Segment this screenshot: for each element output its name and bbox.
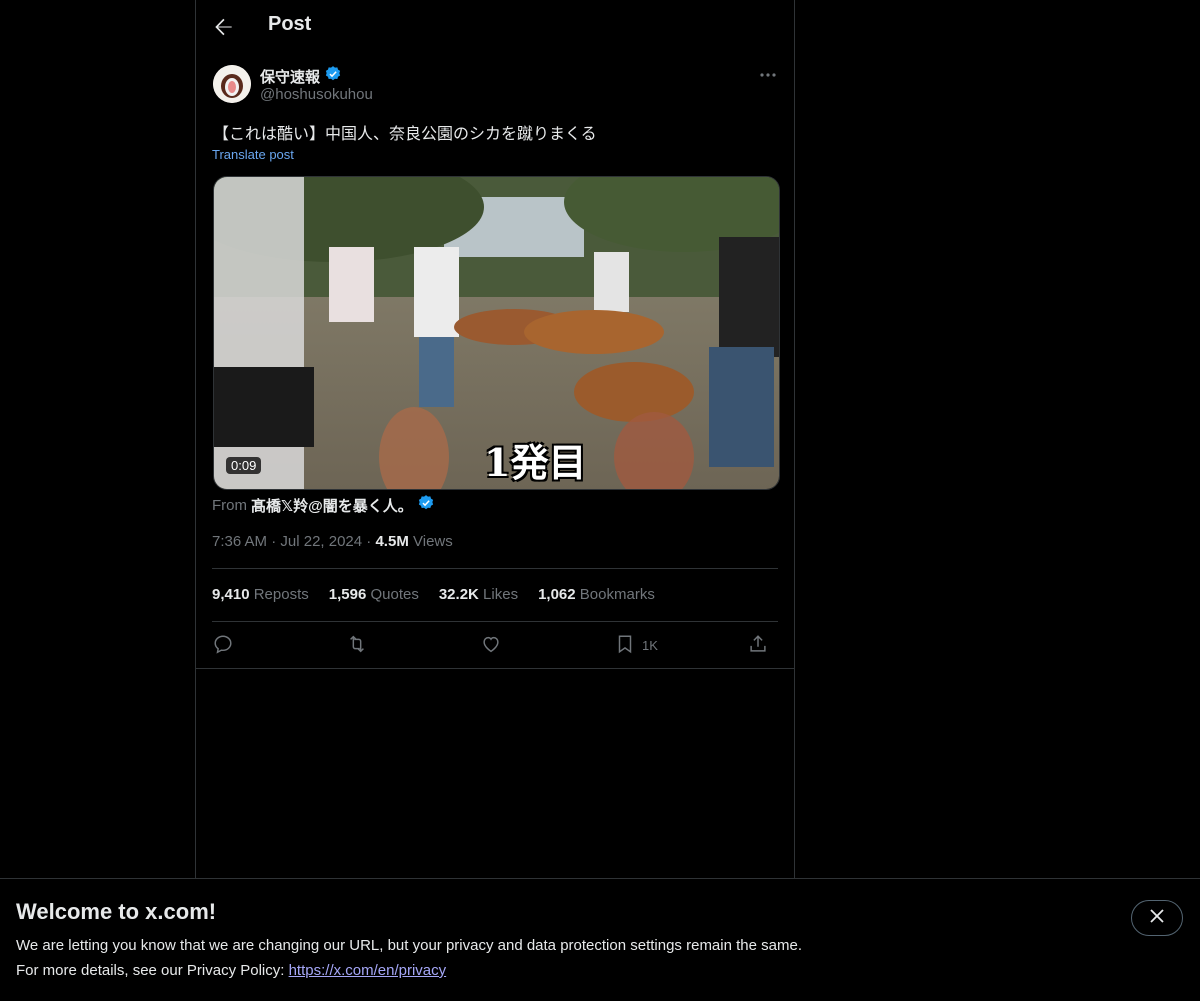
- bookmark-button[interactable]: 1K: [614, 632, 658, 658]
- quotes-count: 1,596: [328, 586, 367, 603]
- post-time[interactable]: 7:36 AM: [212, 533, 267, 550]
- divider: [212, 621, 778, 622]
- page-title: Post: [268, 13, 312, 35]
- video-player[interactable]: 1発目 0:09: [213, 176, 780, 490]
- banner-message: We are letting you know that we are chan…: [16, 937, 802, 954]
- bookmark-icon: [614, 633, 636, 658]
- from-label: From: [212, 496, 247, 514]
- post-date[interactable]: Jul 22, 2024: [280, 533, 362, 550]
- divider: [212, 568, 778, 569]
- close-banner-button[interactable]: [1131, 900, 1183, 936]
- post-text: 【これは酷い】中国人、奈良公園のシカを蹴りまくる: [213, 126, 597, 143]
- verified-badge-icon: [417, 494, 435, 516]
- bookmarks-label: Bookmarks: [579, 586, 655, 603]
- close-icon: [1149, 908, 1165, 929]
- banner-details-text: For more details, see our Privacy Policy…: [16, 962, 289, 979]
- heart-icon: [480, 633, 502, 658]
- action-bar: 1K: [212, 632, 778, 660]
- quotes-label: Quotes: [370, 586, 419, 603]
- verified-badge-icon: [324, 65, 342, 87]
- bookmarks-stat[interactable]: 1,062 Bookmarks: [538, 586, 655, 603]
- share-icon: [747, 633, 769, 658]
- repost-icon: [345, 633, 369, 658]
- reply-icon: [212, 633, 234, 658]
- repost-button[interactable]: [345, 632, 369, 658]
- reply-button[interactable]: [212, 632, 234, 658]
- views-count: 4.5M: [375, 533, 409, 550]
- meta-separator: ·: [366, 533, 372, 550]
- post-meta: 7:36 AM · Jul 22, 2024 · 4.5M Views: [212, 533, 453, 550]
- engagement-stats: 9,410 Reposts 1,596 Quotes 32.2K Likes 1…: [212, 586, 655, 603]
- author-name[interactable]: 保守速報: [260, 66, 320, 87]
- author-name-row[interactable]: 保守速報: [260, 65, 342, 87]
- back-arrow-icon[interactable]: [210, 14, 236, 40]
- bookmark-count: 1K: [642, 637, 658, 653]
- source-user-name[interactable]: 髙橋𝕏羚@闇を暴く人。: [251, 495, 413, 516]
- bookmarks-count: 1,062: [538, 586, 576, 603]
- media-source: From 髙橋𝕏羚@闇を暴く人。: [212, 494, 435, 516]
- avatar[interactable]: [213, 65, 251, 103]
- views-label: Views: [413, 533, 453, 550]
- post-bottom-border: [196, 668, 794, 669]
- privacy-policy-link[interactable]: https://x.com/en/privacy: [289, 962, 447, 979]
- banner-title: Welcome to x.com!: [16, 899, 217, 924]
- post-header: Post: [196, 0, 794, 54]
- main-column: Post 保守速報 @hoshusokuhou 【これは酷い】中国人、奈良公園の…: [195, 0, 795, 878]
- meta-separator: ·: [271, 533, 277, 550]
- like-button[interactable]: [480, 632, 502, 658]
- reposts-count: 9,410: [212, 586, 250, 603]
- video-caption: 1発目: [484, 440, 587, 485]
- likes-count: 32.2K: [438, 586, 479, 603]
- quotes-stat[interactable]: 1,596 Quotes: [329, 586, 419, 603]
- reposts-label: Reposts: [253, 586, 309, 603]
- likes-stat[interactable]: 32.2K Likes: [439, 586, 518, 603]
- more-options-icon[interactable]: [756, 64, 780, 86]
- likes-label: Likes: [483, 586, 519, 603]
- translate-post-link[interactable]: Translate post: [212, 147, 294, 162]
- author-handle[interactable]: @hoshusokuhou: [260, 86, 373, 103]
- share-button[interactable]: [747, 632, 769, 658]
- welcome-banner: Welcome to x.com! We are letting you kno…: [0, 878, 1200, 1001]
- banner-details: For more details, see our Privacy Policy…: [16, 962, 446, 979]
- reposts-stat[interactable]: 9,410 Reposts: [212, 586, 309, 603]
- video-duration: 0:09: [226, 457, 262, 474]
